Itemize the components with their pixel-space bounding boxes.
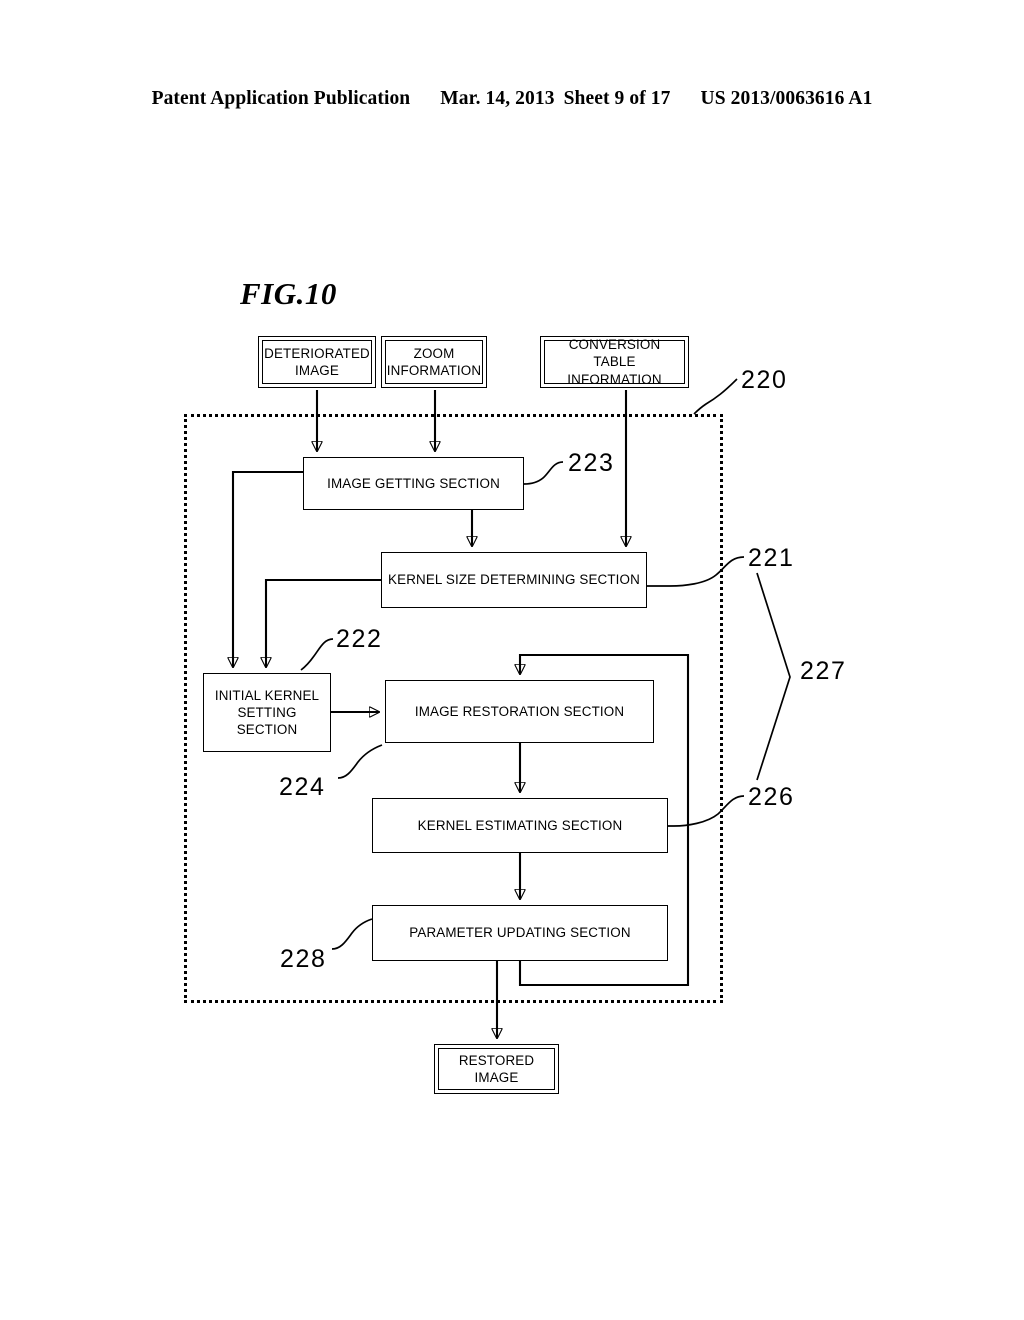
deteriorated-image-line2: IMAGE bbox=[295, 363, 339, 378]
zoom-information-line1: ZOOM bbox=[413, 345, 455, 361]
input-box-zoom-information: ZOOM INFORMATION bbox=[381, 336, 487, 388]
initial-kernel-line1: INITIAL KERNEL bbox=[214, 687, 320, 703]
bracket-227 bbox=[756, 572, 791, 781]
ref-numeral-221: 221 bbox=[748, 544, 795, 572]
initial-kernel-line3: SECTION bbox=[236, 722, 298, 738]
leader-224 bbox=[337, 744, 383, 779]
ref-numeral-226: 226 bbox=[748, 783, 795, 811]
header-date: Mar. 14, 2013 bbox=[440, 88, 555, 109]
input-box-deteriorated-image: DETERIORATED IMAGE bbox=[258, 336, 376, 388]
leader-222 bbox=[300, 638, 334, 671]
input-box-conversion-table-information: CONVERSION TABLE INFORMATION bbox=[540, 336, 689, 388]
ref-numeral-224: 224 bbox=[279, 773, 326, 801]
zoom-information-line2: INFORMATION bbox=[386, 363, 482, 378]
header-patent-number: US 2013/0063616 A1 bbox=[700, 88, 873, 109]
leader-220 bbox=[693, 378, 738, 415]
header-publication: Patent Application Publication bbox=[151, 88, 411, 109]
conversion-table-line1: CONVERSION bbox=[568, 336, 661, 352]
block-parameter-updating-section: PARAMETER UPDATING SECTION bbox=[372, 905, 668, 961]
wire-image-getting-to-initial-kernel bbox=[233, 470, 303, 667]
ref-numeral-220: 220 bbox=[741, 366, 788, 394]
block-kernel-size-determining-section: KERNEL SIZE DETERMINING SECTION bbox=[381, 552, 647, 608]
deteriorated-image-line1: DETERIORATED bbox=[264, 345, 370, 361]
leader-226 bbox=[668, 795, 745, 827]
block-initial-kernel-setting-section: INITIAL KERNEL SETTING SECTION bbox=[203, 673, 331, 752]
initial-kernel-line2: SETTING bbox=[237, 704, 297, 720]
block-kernel-estimating-section: KERNEL ESTIMATING SECTION bbox=[372, 798, 668, 853]
patent-figure-page: Patent Application Publication Mar. 14, … bbox=[0, 0, 1024, 1320]
page-header: Patent Application Publication Mar. 14, … bbox=[0, 88, 1024, 114]
restored-image-line1: RESTORED bbox=[458, 1052, 535, 1068]
header-sheet: Sheet 9 of 17 bbox=[563, 88, 671, 109]
leader-228 bbox=[331, 918, 373, 950]
conversion-table-line2: TABLE INFORMATION bbox=[567, 354, 662, 387]
ref-numeral-222: 222 bbox=[336, 625, 383, 653]
output-box-restored-image: RESTORED IMAGE bbox=[434, 1044, 559, 1094]
connector-overlay bbox=[0, 378, 791, 1320]
block-image-restoration-section: IMAGE RESTORATION SECTION bbox=[385, 680, 654, 743]
restored-image-line2: IMAGE bbox=[474, 1070, 519, 1085]
figure-label: FIG.10 bbox=[240, 276, 337, 311]
leader-223 bbox=[523, 461, 564, 485]
block-image-getting-section: IMAGE GETTING SECTION bbox=[303, 457, 524, 510]
ref-numeral-227: 227 bbox=[800, 657, 847, 685]
ref-numeral-228: 228 bbox=[280, 945, 327, 973]
leader-221 bbox=[647, 556, 745, 587]
ref-numeral-223: 223 bbox=[568, 449, 615, 477]
